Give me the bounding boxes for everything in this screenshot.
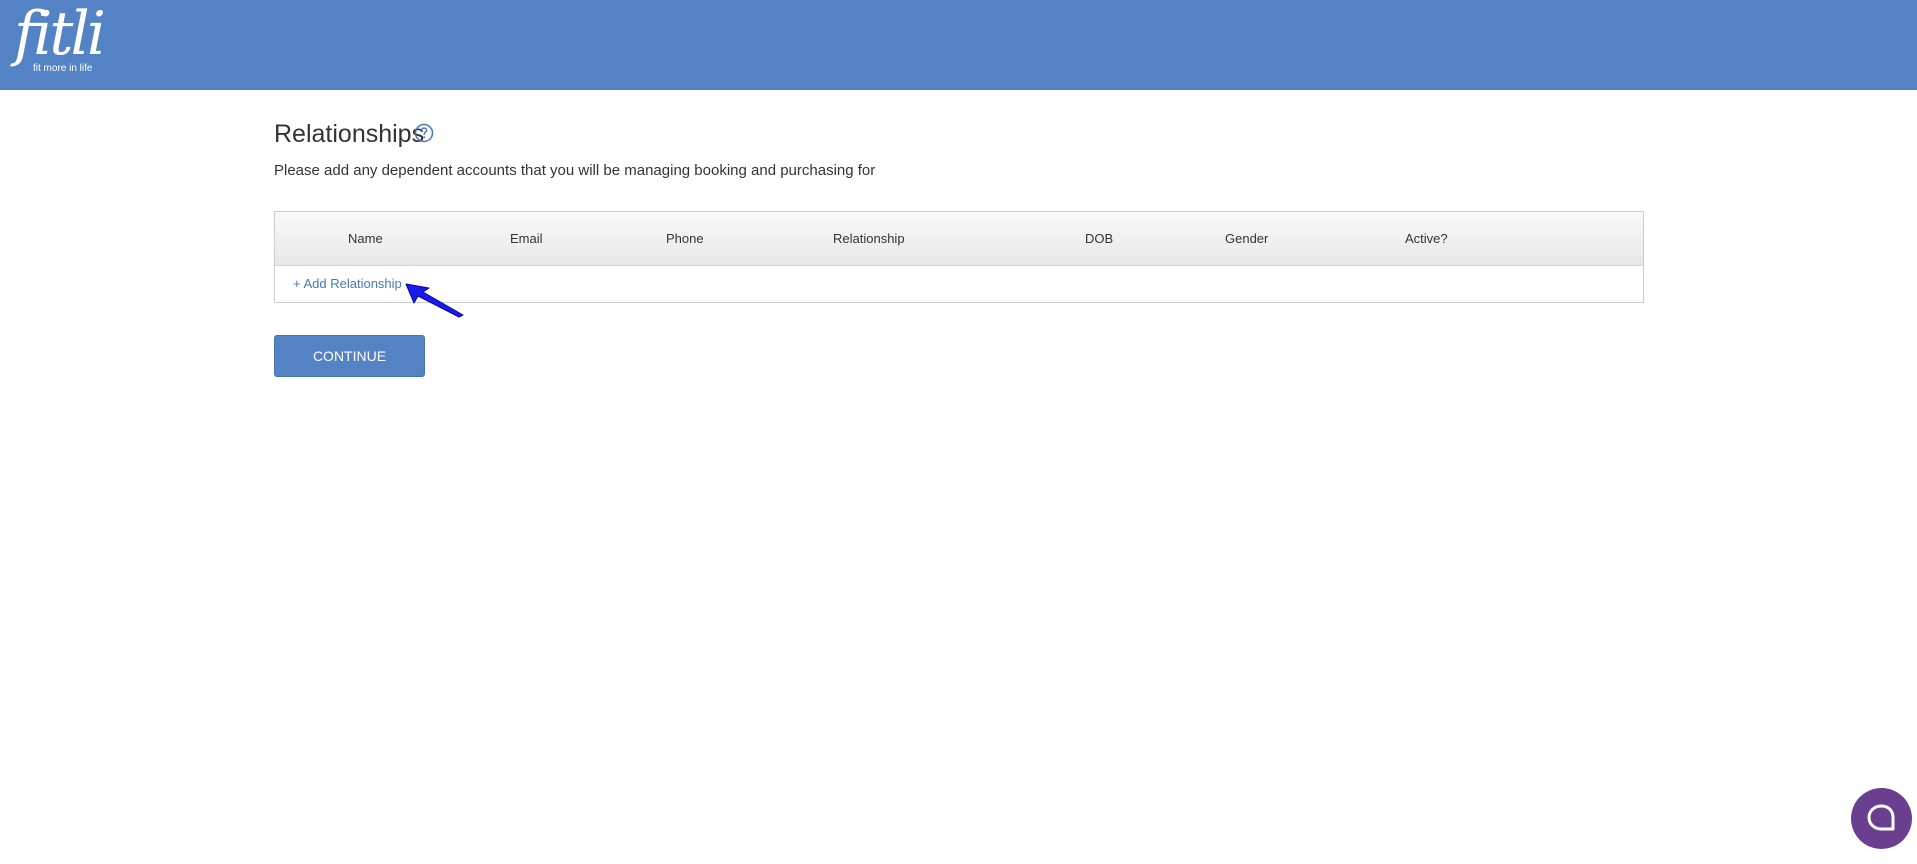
column-header-relationship[interactable]: Relationship [833,212,905,265]
column-header-dob[interactable]: DOB [1085,212,1113,265]
top-header-bar: fitli fit more in life [0,0,1917,90]
column-header-active[interactable]: Active? [1405,212,1448,265]
column-header-phone[interactable]: Phone [666,212,704,265]
help-circle-icon[interactable] [414,123,434,143]
column-header-name[interactable]: Name [348,212,383,265]
page-title: Relationships [274,120,425,148]
add-relationship-link[interactable]: + Add Relationship [293,266,402,302]
column-header-email[interactable]: Email [510,212,543,265]
chat-bubble-icon [1867,804,1895,831]
continue-button[interactable]: CONTINUE [274,335,425,377]
pointer-arrow-icon [405,283,464,318]
relationships-table: Name Email Phone Relationship DOB Gender… [274,211,1644,303]
fitli-logo[interactable]: fitli fit more in life [14,0,106,76]
chat-launcher-button[interactable] [1851,788,1912,849]
logo-wordmark: fitli [14,0,106,69]
page-subtitle: Please add any dependent accounts that y… [274,162,876,179]
logo-tagline: fit more in life [33,63,93,74]
column-header-gender[interactable]: Gender [1225,212,1268,265]
table-header-row: Name Email Phone Relationship DOB Gender… [275,212,1643,266]
